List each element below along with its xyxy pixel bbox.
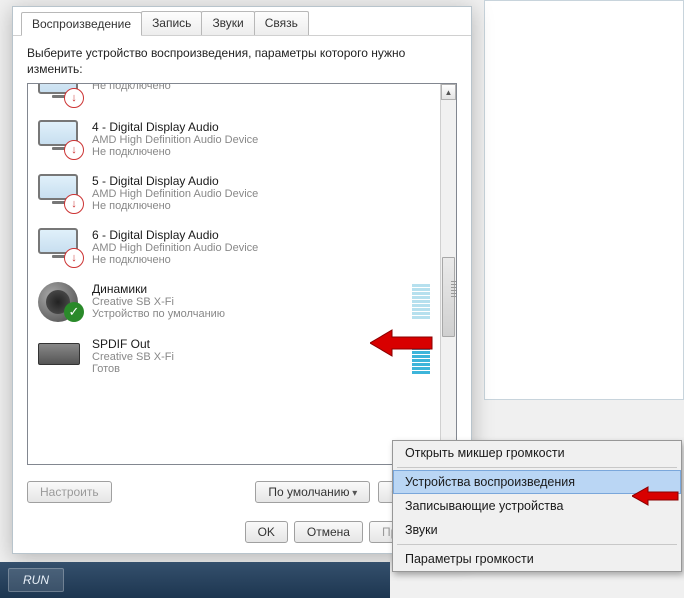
device-status: Не подключено	[92, 254, 258, 266]
background-window	[484, 0, 684, 400]
device-desc: Creative SB X-Fi	[92, 351, 174, 363]
device-item[interactable]: 6 - Digital Display Audio AMD High Defin…	[28, 220, 440, 274]
menu-sounds[interactable]: Звуки	[393, 518, 681, 542]
annotation-arrow-icon	[632, 486, 680, 506]
device-status: Готов	[92, 363, 174, 375]
device-status: Не подключено	[92, 200, 258, 212]
prompt-text: Выберите устройство воспроизведения, пар…	[13, 36, 471, 83]
menu-separator	[397, 544, 677, 545]
device-item-default[interactable]: ✓ Динамики Creative SB X-Fi Устройство п…	[28, 274, 440, 329]
scrollbar[interactable]: ▲ ▼	[440, 84, 456, 464]
menu-open-mixer[interactable]: Открыть микшер громкости	[393, 441, 681, 465]
device-status: Устройство по умолчанию	[92, 308, 225, 320]
level-meter	[412, 282, 430, 321]
tab-recording[interactable]: Запись	[141, 11, 202, 35]
taskbar-item-run[interactable]: RUN	[8, 568, 64, 592]
disconnected-icon	[64, 194, 84, 214]
device-name: 4 - Digital Display Audio	[92, 120, 258, 134]
checkmark-icon: ✓	[64, 302, 84, 322]
configure-button[interactable]: Настроить	[27, 481, 112, 503]
ok-button[interactable]: OK	[245, 521, 288, 543]
device-desc: AMD High Definition Audio Device	[92, 242, 258, 254]
device-name: 5 - Digital Display Audio	[92, 174, 258, 188]
disconnected-icon	[64, 248, 84, 268]
annotation-arrow-icon	[370, 328, 434, 358]
device-item[interactable]: 4 - Digital Display Audio AMD High Defin…	[28, 112, 440, 166]
device-name: SPDIF Out	[92, 337, 174, 351]
set-default-button[interactable]: По умолчанию	[255, 481, 370, 503]
tab-playback[interactable]: Воспроизведение	[21, 12, 142, 36]
device-desc: Creative SB X-Fi	[92, 296, 225, 308]
disconnected-icon	[64, 88, 84, 108]
menu-volume-params[interactable]: Параметры громкости	[393, 547, 681, 571]
context-menu: Открыть микшер громкости Устройства восп…	[392, 440, 682, 572]
device-status: Не подключено	[92, 146, 258, 158]
taskbar: RUN	[0, 562, 390, 598]
menu-separator	[397, 467, 677, 468]
tab-strip: Воспроизведение Запись Звуки Связь	[13, 7, 471, 36]
disconnected-icon	[64, 140, 84, 160]
cancel-button[interactable]: Отмена	[294, 521, 363, 543]
device-item[interactable]: AMD High Definition Audio Device Не подк…	[28, 84, 440, 112]
tab-communications[interactable]: Связь	[254, 11, 309, 35]
device-desc: AMD High Definition Audio Device	[92, 134, 258, 146]
scroll-up-icon[interactable]: ▲	[441, 84, 456, 100]
device-name: Динамики	[92, 282, 225, 296]
device-item[interactable]: 5 - Digital Display Audio AMD High Defin…	[28, 166, 440, 220]
device-desc: AMD High Definition Audio Device	[92, 188, 258, 200]
device-list: AMD High Definition Audio Device Не подк…	[27, 83, 457, 465]
tab-sounds[interactable]: Звуки	[201, 11, 254, 35]
device-name: 6 - Digital Display Audio	[92, 228, 258, 242]
device-status: Не подключено	[92, 84, 258, 92]
